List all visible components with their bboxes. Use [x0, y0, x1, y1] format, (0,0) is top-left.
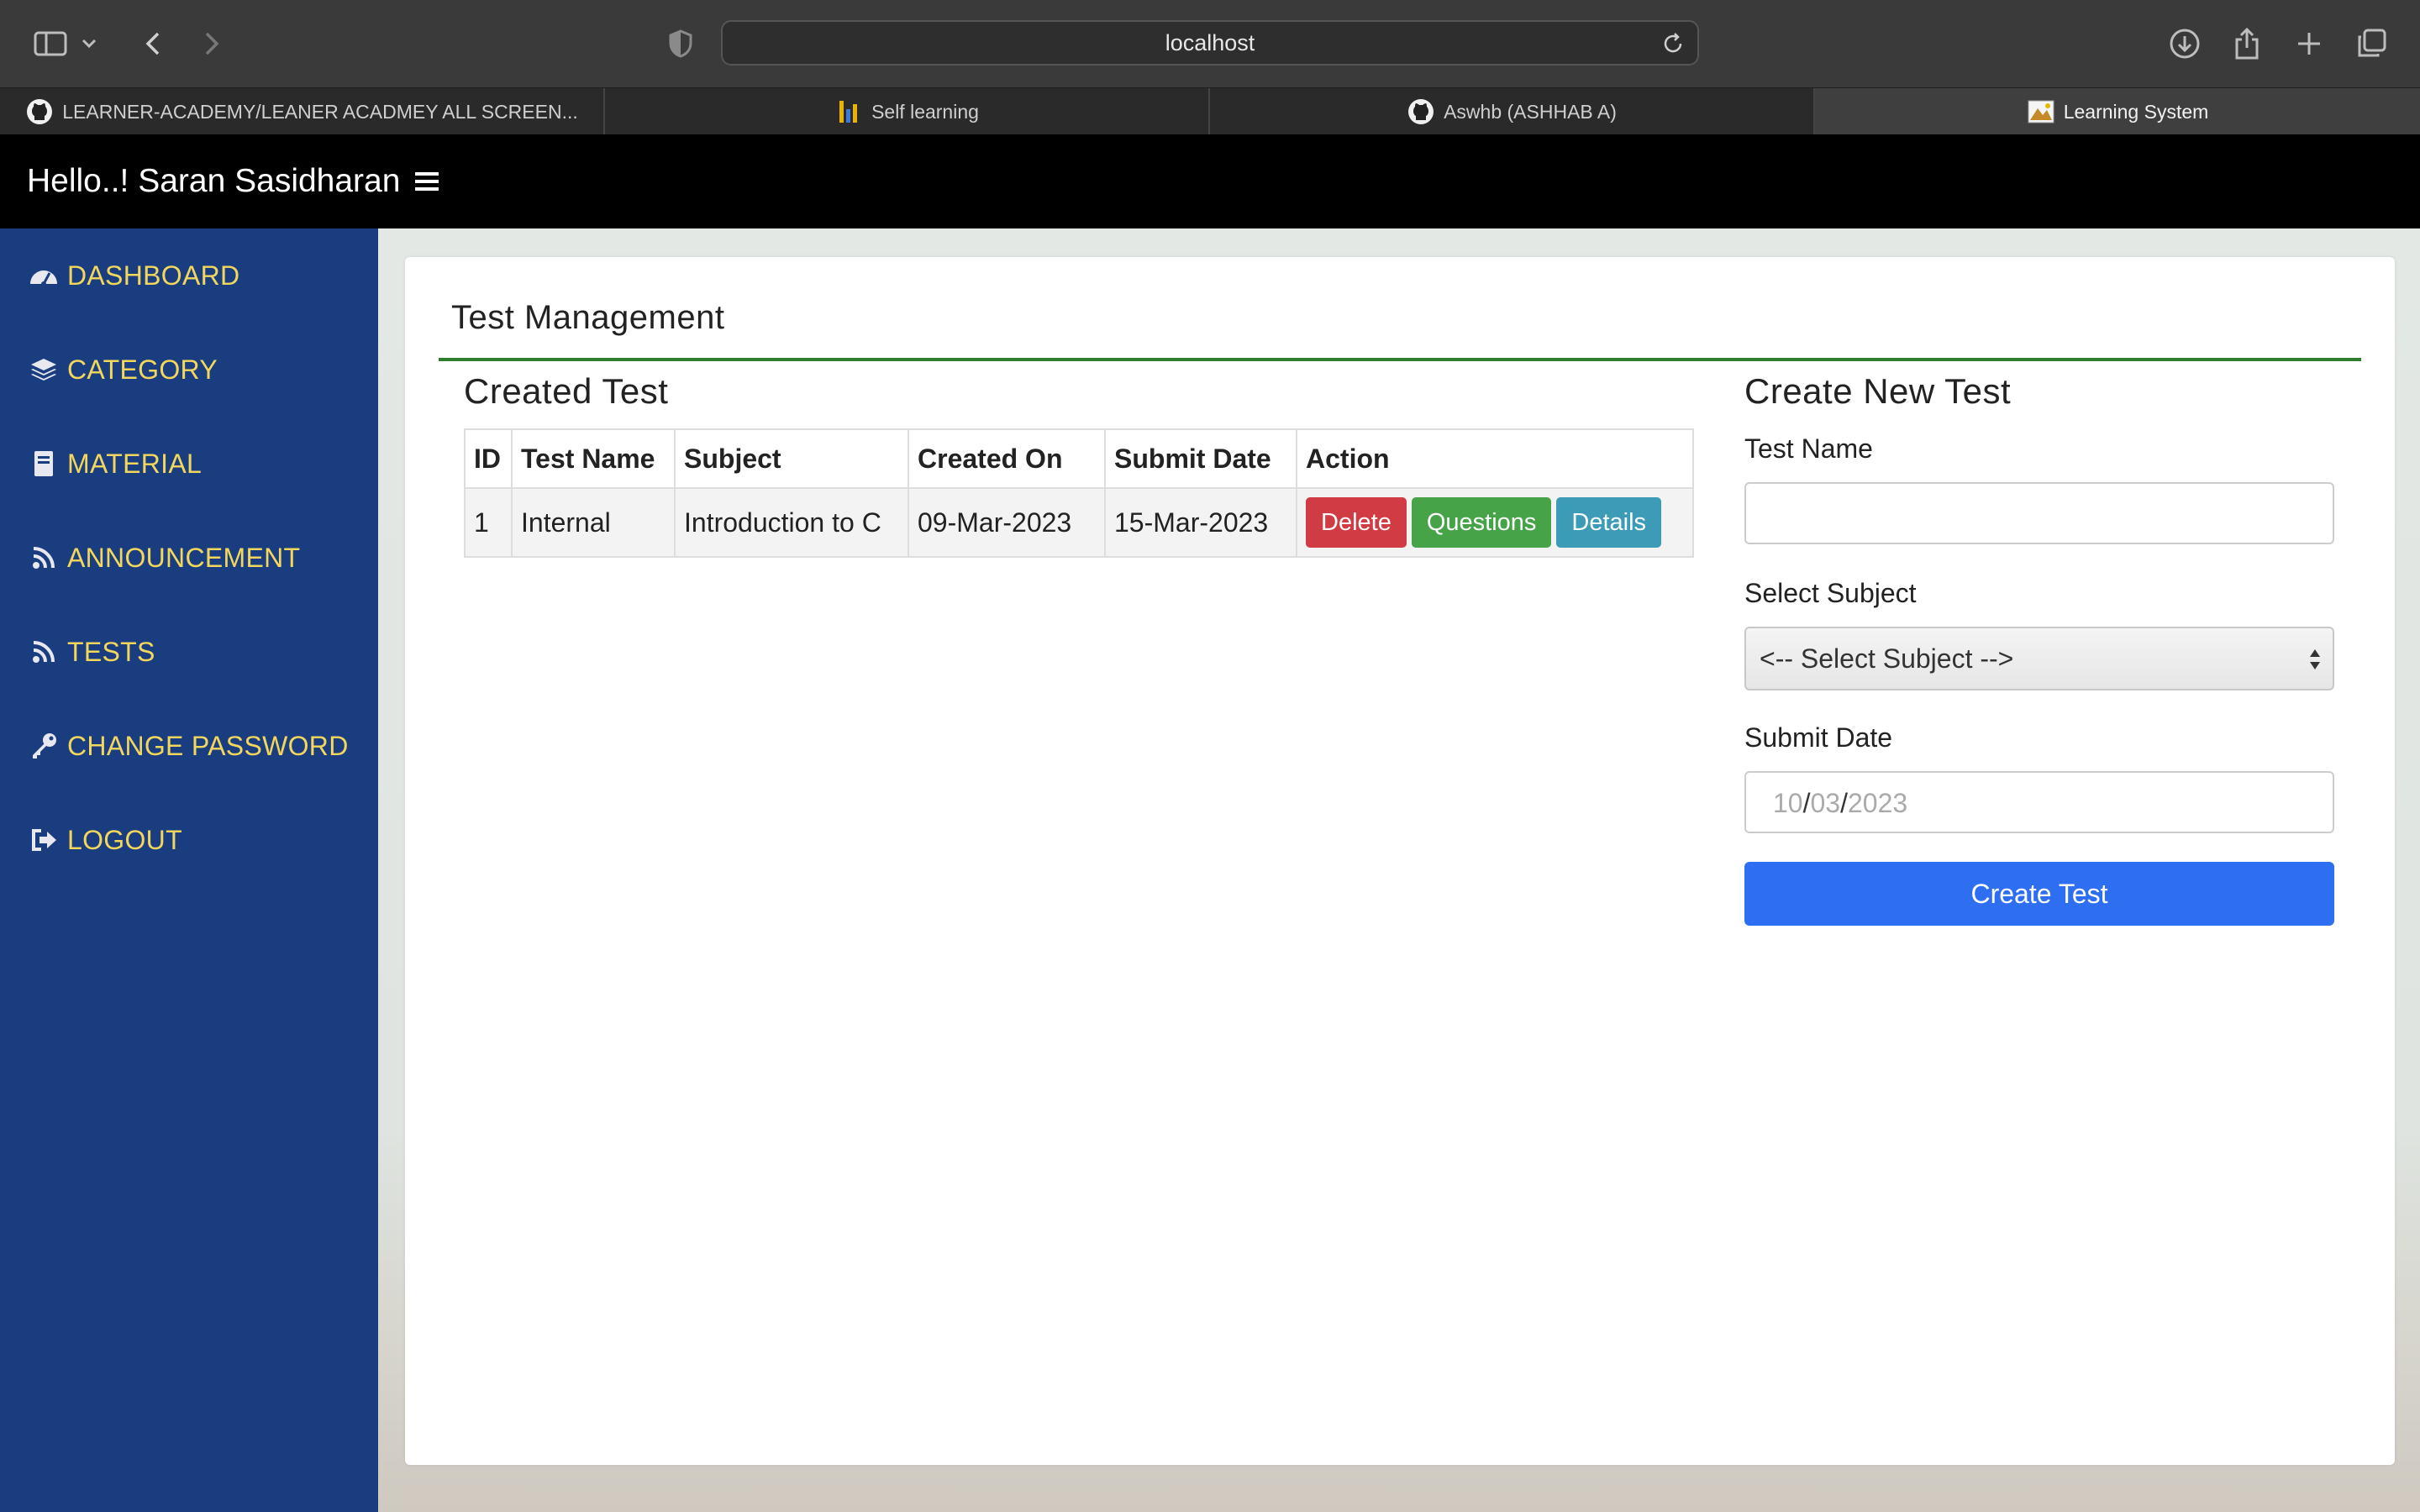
table-row: 1 Internal Introduction to C 09-Mar-2023… — [464, 487, 1694, 558]
browser-tab-3[interactable]: Aswhb (ASHHAB A) — [1210, 88, 1815, 135]
subject-selected-value: <-- Select Subject --> — [1760, 643, 2014, 674]
create-test-heading: Create New Test — [1744, 371, 2012, 411]
sidebar-item-announcement[interactable]: ANNOUNCEMENT — [27, 533, 300, 583]
date-year[interactable]: 2023 — [1848, 788, 1907, 819]
key-icon — [27, 729, 60, 763]
sidebar-item-material[interactable]: MATERIAL — [27, 438, 202, 489]
tab-title: Aswhb (ASHHAB A) — [1444, 100, 1617, 123]
cell-submit-date: 15-Mar-2023 — [1104, 487, 1297, 558]
browser-tab-2[interactable]: Self learning — [605, 88, 1210, 135]
layers-icon — [27, 353, 60, 386]
rss-icon — [27, 541, 60, 575]
column-header: Subject — [674, 428, 909, 489]
subject-select[interactable]: <-- Select Subject --> — [1744, 627, 2334, 690]
browser-tab-1[interactable]: LEARNER-ACADEMY/LEANER ACADMEY ALL SCREE… — [0, 88, 605, 135]
column-header: Test Name — [511, 428, 676, 489]
tab-title: Learning System — [2063, 100, 2209, 123]
title-divider — [439, 358, 2361, 361]
browser-tab-4[interactable]: Learning System — [1815, 88, 2420, 135]
date-separator: / — [1840, 787, 1848, 818]
sidebar-item-dashboard[interactable]: DASHBOARD — [27, 250, 239, 301]
app-header: Hello..! Saran Sasidharan — [0, 134, 2420, 228]
subject-label: Select Subject — [1744, 578, 1917, 608]
date-day[interactable]: 10 — [1773, 788, 1803, 819]
browser-toolbar: localhost — [0, 0, 2420, 87]
shield-icon[interactable] — [657, 20, 704, 67]
tab-title: LEARNER-ACADEMY/LEANER ACADMEY ALL SCREE… — [62, 100, 578, 123]
table-header-row: ID Test Name Subject Created On Submit D… — [464, 428, 1694, 489]
submit-date-input[interactable]: 10/03/2023 — [1744, 771, 2334, 833]
github-icon — [1407, 97, 1435, 126]
tab-title: Self learning — [871, 100, 979, 123]
test-name-label: Test Name — [1744, 433, 1873, 464]
sidebar-item-tests[interactable]: TESTS — [27, 627, 155, 677]
created-test-heading: Created Test — [464, 371, 669, 411]
back-icon[interactable] — [129, 20, 176, 67]
column-header: Action — [1296, 428, 1694, 489]
sidebar-item-change-password[interactable]: CHANGE PASSWORD — [27, 721, 349, 771]
tab-strip: LEARNER-ACADEMY/LEANER ACADMEY ALL SCREE… — [0, 87, 2420, 135]
site-icon — [2027, 97, 2055, 126]
url-text: localhost — [1165, 29, 1255, 55]
cell-created-on: 09-Mar-2023 — [908, 487, 1106, 558]
test-name-input[interactable] — [1744, 482, 2334, 544]
hamburger-icon[interactable] — [412, 166, 442, 197]
column-header: Created On — [908, 428, 1106, 489]
column-header: Submit Date — [1104, 428, 1297, 489]
select-arrows-icon — [2310, 649, 2320, 669]
github-icon — [25, 97, 54, 126]
dashboard-icon — [27, 259, 60, 292]
rss-icon — [27, 635, 60, 669]
page-title: Test Management — [451, 299, 725, 336]
date-month[interactable]: 03 — [1810, 788, 1840, 819]
share-icon[interactable] — [2223, 20, 2270, 67]
logout-icon — [27, 823, 60, 857]
download-icon[interactable] — [2161, 20, 2208, 67]
chevron-down-icon[interactable] — [72, 20, 106, 67]
questions-button[interactable]: Questions — [1411, 497, 1552, 548]
sidebar: DASHBOARD CATEGORY MATERIAL ANNOUNCEMENT… — [0, 228, 378, 1512]
address-bar[interactable]: localhost — [721, 20, 1699, 66]
column-header: ID — [464, 428, 513, 489]
sidebar-item-logout[interactable]: LOGOUT — [27, 815, 182, 865]
submit-date-label: Submit Date — [1744, 722, 1893, 753]
date-value: 10/03/2023 — [1773, 773, 1907, 833]
cell-subject: Introduction to C — [674, 487, 909, 558]
sidebar-item-category[interactable]: CATEGORY — [27, 344, 218, 395]
user-greeting: Hello..! Saran Sasidharan — [27, 163, 401, 199]
forward-icon[interactable] — [188, 20, 235, 67]
book-icon — [27, 447, 60, 480]
bars-icon — [834, 97, 863, 126]
create-test-button[interactable]: Create Test — [1744, 862, 2334, 926]
reload-icon[interactable] — [1660, 31, 1686, 56]
sidebar-toggle-icon[interactable] — [27, 20, 74, 67]
cell-actions: Delete Questions Details — [1296, 487, 1694, 558]
tab-overview-icon[interactable] — [2348, 20, 2395, 67]
details-button[interactable]: Details — [1556, 497, 1662, 548]
new-tab-icon[interactable] — [2286, 20, 2333, 67]
delete-button[interactable]: Delete — [1306, 497, 1407, 548]
cell-test-name: Internal — [511, 487, 676, 558]
tests-table: ID Test Name Subject Created On Submit D… — [464, 428, 1694, 558]
date-separator: / — [1802, 787, 1811, 818]
cell-id: 1 — [464, 487, 513, 558]
